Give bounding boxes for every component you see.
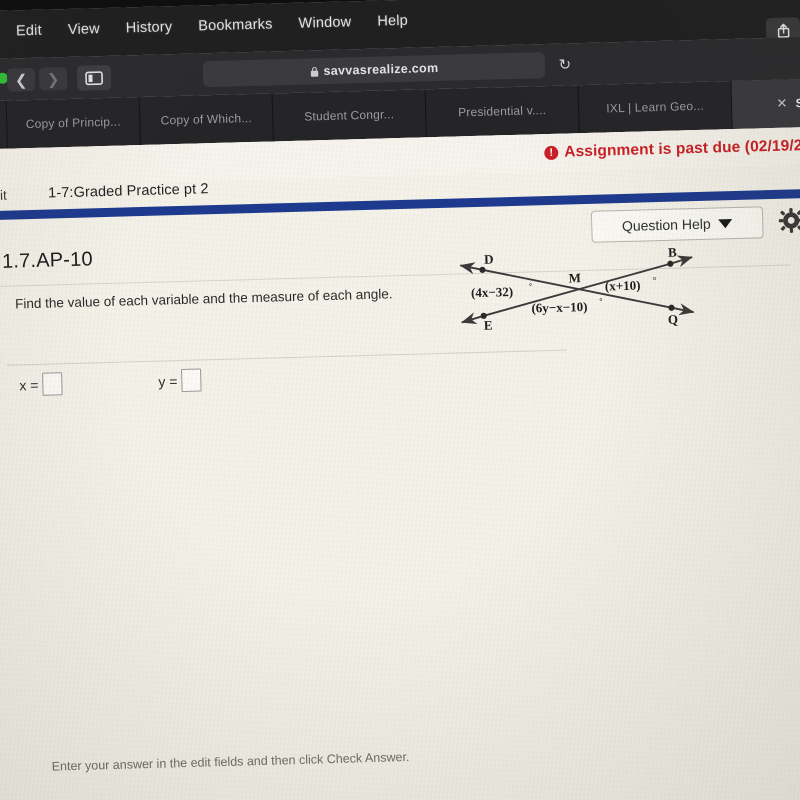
tab-label: Savvas Re	[795, 95, 800, 111]
back-button[interactable]: ❮	[6, 67, 36, 92]
menu-item-view[interactable]: View	[68, 21, 100, 38]
exit-link[interactable]: Exit	[0, 188, 7, 204]
question-help-button[interactable]: Question Help	[590, 206, 764, 243]
menu-item-help[interactable]: Help	[377, 13, 408, 30]
question-number: 1.7.AP-10	[1, 248, 94, 273]
point-label-E: E	[484, 318, 493, 333]
x-answer-group: x =	[19, 372, 63, 396]
x-answer-label: x =	[19, 376, 39, 393]
y-answer-label: y =	[158, 372, 178, 390]
past-due-text: Assignment is past due (02/19/21	[564, 136, 800, 161]
answer-section-divider	[6, 349, 567, 366]
tab-student-congr[interactable]: Student Congr...	[272, 89, 427, 142]
point-label-M: M	[568, 270, 581, 285]
y-answer-input[interactable]	[181, 368, 202, 393]
url-text: savvasrealize.com	[323, 60, 439, 79]
tab-presidential-v[interactable]: Presidential v....	[425, 85, 580, 138]
point-label-Q: Q	[668, 312, 679, 327]
close-icon[interactable]: ✕	[776, 96, 788, 112]
gear-icon[interactable]	[778, 207, 800, 234]
x-answer-input[interactable]	[42, 372, 63, 396]
reload-icon[interactable]: ↻	[555, 54, 576, 75]
tab-copy-of-princip[interactable]: Copy of Princip...	[6, 97, 141, 149]
alert-circle-icon: !	[544, 145, 559, 161]
tab-savvas-realize[interactable]: ✕ Savvas Re	[731, 76, 800, 130]
lock-icon	[310, 66, 318, 77]
forward-button[interactable]: ❯	[38, 66, 68, 91]
sidebar-panel-icon[interactable]	[76, 64, 112, 91]
angle-expression-right: (x+10)	[605, 278, 641, 294]
degree-symbol-bottom: °	[599, 297, 602, 306]
past-due-banner: ! Assignment is past due (02/19/21	[544, 137, 800, 162]
menu-item-history[interactable]: History	[126, 19, 173, 36]
degree-symbol-left: °	[529, 281, 532, 290]
question-help-label: Question Help	[621, 215, 711, 235]
savvas-page-body: ! Assignment is past due (02/19/21 Exit …	[0, 126, 800, 800]
answer-row: x = y =	[19, 368, 202, 396]
angle-expression-bottom: (6y−x−10)	[531, 299, 587, 316]
tab-ixl-learn-geo[interactable]: IXL | Learn Geo...	[578, 81, 733, 134]
tab-label: Presidential v....	[457, 103, 547, 120]
tab-copy-of-which[interactable]: Copy of Which...	[139, 93, 274, 146]
tab-label: Copy of Which...	[160, 111, 253, 128]
tab-label: Copy of Princip...	[25, 114, 121, 132]
point-label-D: D	[484, 252, 494, 267]
address-field[interactable]: savvasrealize.com	[202, 52, 546, 88]
menu-item-bookmarks[interactable]: Bookmarks	[198, 16, 273, 34]
tab-label: IXL | Learn Geo...	[606, 98, 705, 116]
question-prompt: Find the value of each variable and the …	[14, 286, 393, 312]
menu-item-edit[interactable]: Edit	[16, 23, 42, 40]
assignment-title: 1-7:Graded Practice pt 2	[47, 181, 209, 202]
chevron-down-icon	[718, 218, 733, 228]
point-label-B: B	[668, 246, 677, 260]
answer-footnote: Enter your answer in the edit fields and…	[51, 749, 410, 774]
menu-item-window[interactable]: Window	[298, 14, 351, 31]
tab-label: Student Congr...	[304, 107, 395, 124]
photographed-screen: e Edit View History Bookmarks Window Hel…	[0, 0, 800, 800]
angle-diagram: D B E Q M (4x−32) ° (x+10) ° (6y−x−10) °	[452, 246, 704, 335]
y-answer-group: y =	[158, 368, 202, 393]
angle-expression-left: (4x−32)	[471, 284, 513, 300]
degree-symbol-right: °	[653, 275, 657, 285]
menu-item-list: e Edit View History Bookmarks Window Hel…	[0, 13, 408, 41]
